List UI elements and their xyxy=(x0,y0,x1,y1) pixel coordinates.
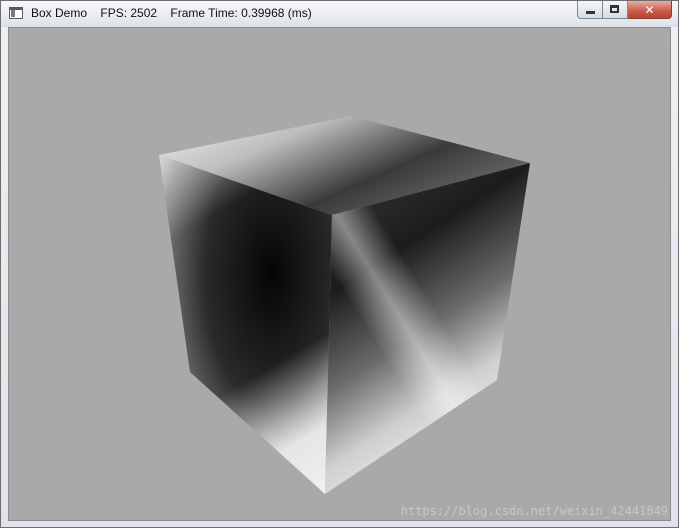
app-window-icon[interactable] xyxy=(9,7,23,19)
maximize-icon xyxy=(610,5,619,13)
close-icon: ✕ xyxy=(644,2,655,17)
minimize-button[interactable] xyxy=(577,1,603,19)
title-bar[interactable]: Box Demo FPS: 2502 Frame Time: 0.39968 (… xyxy=(1,1,678,27)
close-button[interactable]: ✕ xyxy=(628,1,672,19)
window-title: Box Demo FPS: 2502 Frame Time: 0.39968 (… xyxy=(31,6,312,20)
render-viewport[interactable]: https://blog.csdn.net/weixin_42441849 xyxy=(8,27,671,521)
watermark-text: https://blog.csdn.net/weixin_42441849 xyxy=(400,504,668,518)
cube-render xyxy=(159,116,530,494)
cube-right-face-streak xyxy=(325,163,530,494)
minimize-icon xyxy=(586,11,595,14)
caption-buttons: ✕ xyxy=(577,1,672,20)
maximize-button[interactable] xyxy=(603,1,628,19)
app-window: Box Demo FPS: 2502 Frame Time: 0.39968 (… xyxy=(0,0,679,528)
